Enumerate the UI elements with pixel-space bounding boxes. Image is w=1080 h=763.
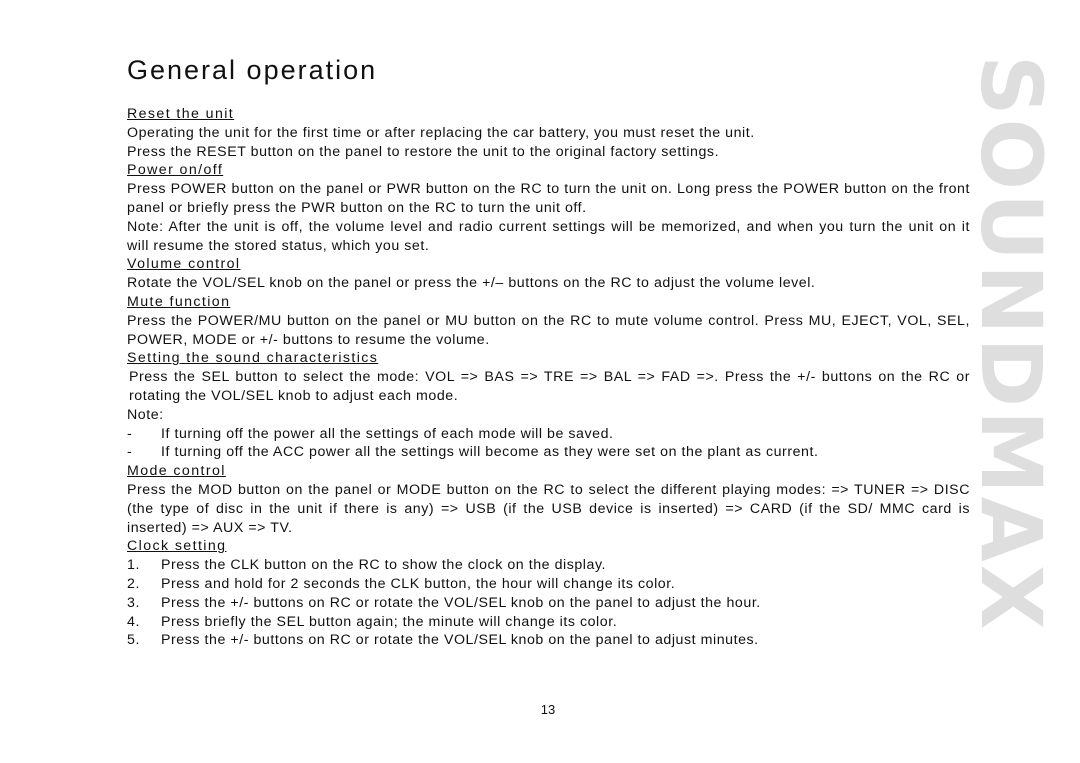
step-text: Press briefly the SEL button again; the …	[161, 613, 618, 630]
sound-note-label: Note:	[127, 406, 164, 423]
section-heading-mode: Mode control	[127, 463, 226, 480]
sound-paragraph: Press the SEL button to select the mode:…	[129, 369, 970, 404]
list-item: 4. Press briefly the SEL button again; t…	[127, 613, 970, 632]
step-number: 2.	[127, 575, 140, 592]
bullet-text: If turning off the power all the setting…	[161, 425, 614, 442]
section-heading-sound: Setting the sound characteristics	[127, 350, 379, 367]
list-item: 3. Press the +/- buttons on RC or rotate…	[127, 594, 970, 613]
mute-paragraph: Press the POWER/MU button on the panel o…	[127, 312, 970, 348]
step-number: 5.	[127, 632, 140, 649]
list-item: 1. Press the CLK button on the RC to sho…	[127, 556, 970, 575]
brand-logo-watermark: SOUNDMAX	[962, 55, 1060, 633]
bullet-text: If turning off the ACC power all the set…	[161, 444, 819, 461]
page-title: General operation	[127, 55, 378, 85]
step-number: 1.	[127, 557, 140, 574]
section-heading-clock: Clock setting	[127, 538, 227, 555]
step-text: Press the +/- buttons on RC or rotate th…	[161, 594, 761, 611]
bullet-mark: -	[127, 425, 133, 442]
step-text: Press and hold for 2 seconds the CLK but…	[161, 575, 676, 592]
bullet-mark: -	[127, 444, 133, 461]
step-text: Press the CLK button on the RC to show t…	[161, 557, 607, 574]
page-number: 13	[540, 702, 556, 717]
section-volume: Volume control Rotate the VOL/SEL knob o…	[127, 255, 970, 293]
section-clock: Clock setting 1. Press the CLK button on…	[127, 537, 970, 650]
power-note: Note: After the unit is off, the volume …	[127, 218, 970, 254]
reset-line-2: Press the RESET button on the panel to r…	[127, 143, 720, 160]
section-sound: Setting the sound characteristics Press …	[127, 349, 970, 462]
mode-paragraph: Press the MOD button on the panel or MOD…	[127, 481, 970, 536]
section-heading-mute: Mute function	[127, 293, 231, 310]
volume-paragraph: Rotate the VOL/SEL knob on the panel or …	[127, 275, 816, 292]
section-heading-power: Power on/off	[127, 162, 224, 179]
step-number: 4.	[127, 613, 140, 630]
step-number: 3.	[127, 594, 140, 611]
list-item: - If turning off the ACC power all the s…	[127, 443, 970, 462]
document-body: Reset the unit Operating the unit for th…	[127, 105, 970, 650]
reset-line-1: Operating the unit for the first time or…	[127, 124, 755, 141]
section-heading-reset: Reset the unit	[127, 106, 235, 122]
section-reset: Reset the unit Operating the unit for th…	[127, 105, 970, 161]
section-power: Power on/off Press POWER button on the p…	[127, 161, 970, 255]
list-item: - If turning off the power all the setti…	[127, 425, 970, 444]
section-mode: Mode control Press the MOD button on the…	[127, 462, 970, 537]
section-heading-volume: Volume control	[127, 256, 241, 273]
step-text: Press the +/- buttons on RC or rotate th…	[161, 632, 759, 649]
list-item: 2. Press and hold for 2 seconds the CLK …	[127, 575, 970, 594]
section-mute: Mute function Press the POWER/MU button …	[127, 293, 970, 349]
power-paragraph: Press POWER button on the panel or PWR b…	[127, 181, 970, 216]
list-item: 5. Press the +/- buttons on RC or rotate…	[127, 631, 970, 650]
